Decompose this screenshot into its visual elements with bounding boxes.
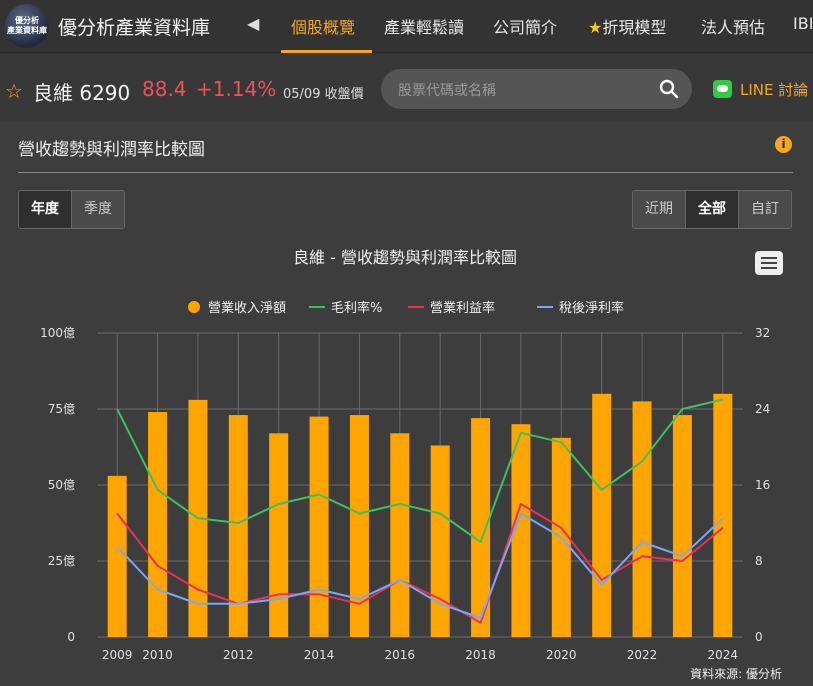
logo-line2: 產業資料庫: [7, 26, 47, 35]
nav-item-ibi[interactable]: IBI: [793, 14, 813, 33]
chart-menu-icon[interactable]: [755, 251, 783, 275]
nav-item-industry[interactable]: 產業輕鬆讀: [384, 14, 464, 38]
search-icon[interactable]: [658, 78, 680, 100]
tab-quarterly[interactable]: 季度: [72, 191, 124, 228]
info-icon[interactable]: i: [775, 136, 792, 153]
close-date: 05/09 收盤價: [283, 87, 364, 102]
stock-search-box[interactable]: 股票代碼或名稱: [381, 69, 692, 109]
nav-item-company[interactable]: 公司簡介: [493, 14, 557, 38]
nav-left-arrow-icon[interactable]: ◀: [247, 14, 259, 33]
star-icon: ★: [588, 18, 603, 37]
tab-recent[interactable]: 近期: [633, 191, 686, 228]
stock-change: +1.14%: [196, 77, 277, 101]
tab-all[interactable]: 全部: [686, 191, 739, 228]
tab-custom[interactable]: 自訂: [739, 191, 791, 228]
brand-title[interactable]: 優分析產業資料庫: [58, 13, 210, 40]
top-nav: 優分析 產業資料庫 優分析產業資料庫 ◀ 個股概覽 產業輕鬆讀 公司簡介 ★折現…: [0, 0, 813, 53]
line-discuss-link[interactable]: LINE 討論: [740, 79, 808, 100]
panel-divider: [18, 172, 793, 173]
logo-line1: 優分析: [15, 16, 39, 25]
tab-annual[interactable]: 年度: [19, 191, 72, 228]
search-input[interactable]: 股票代碼或名稱: [398, 80, 496, 100]
favorite-star-icon[interactable]: ☆: [5, 79, 23, 103]
period-toggle: 年度 季度: [18, 190, 125, 229]
nav-item-dcf-label: 折現模型: [602, 18, 667, 37]
line-app-icon[interactable]: [713, 80, 732, 98]
range-toggle: 近期 全部 自訂: [632, 190, 792, 229]
nav-item-dcf[interactable]: ★折現模型: [588, 14, 666, 38]
stock-price: 88.4: [142, 77, 187, 101]
nav-item-overview[interactable]: 個股概覽: [291, 14, 355, 38]
site-logo[interactable]: 優分析 產業資料庫: [5, 4, 49, 48]
stock-name: 良維 6290: [33, 81, 131, 105]
nav-item-estimates[interactable]: 法人預估: [701, 14, 765, 38]
panel-title: 營收趨勢與利潤率比較圖: [18, 140, 205, 160]
